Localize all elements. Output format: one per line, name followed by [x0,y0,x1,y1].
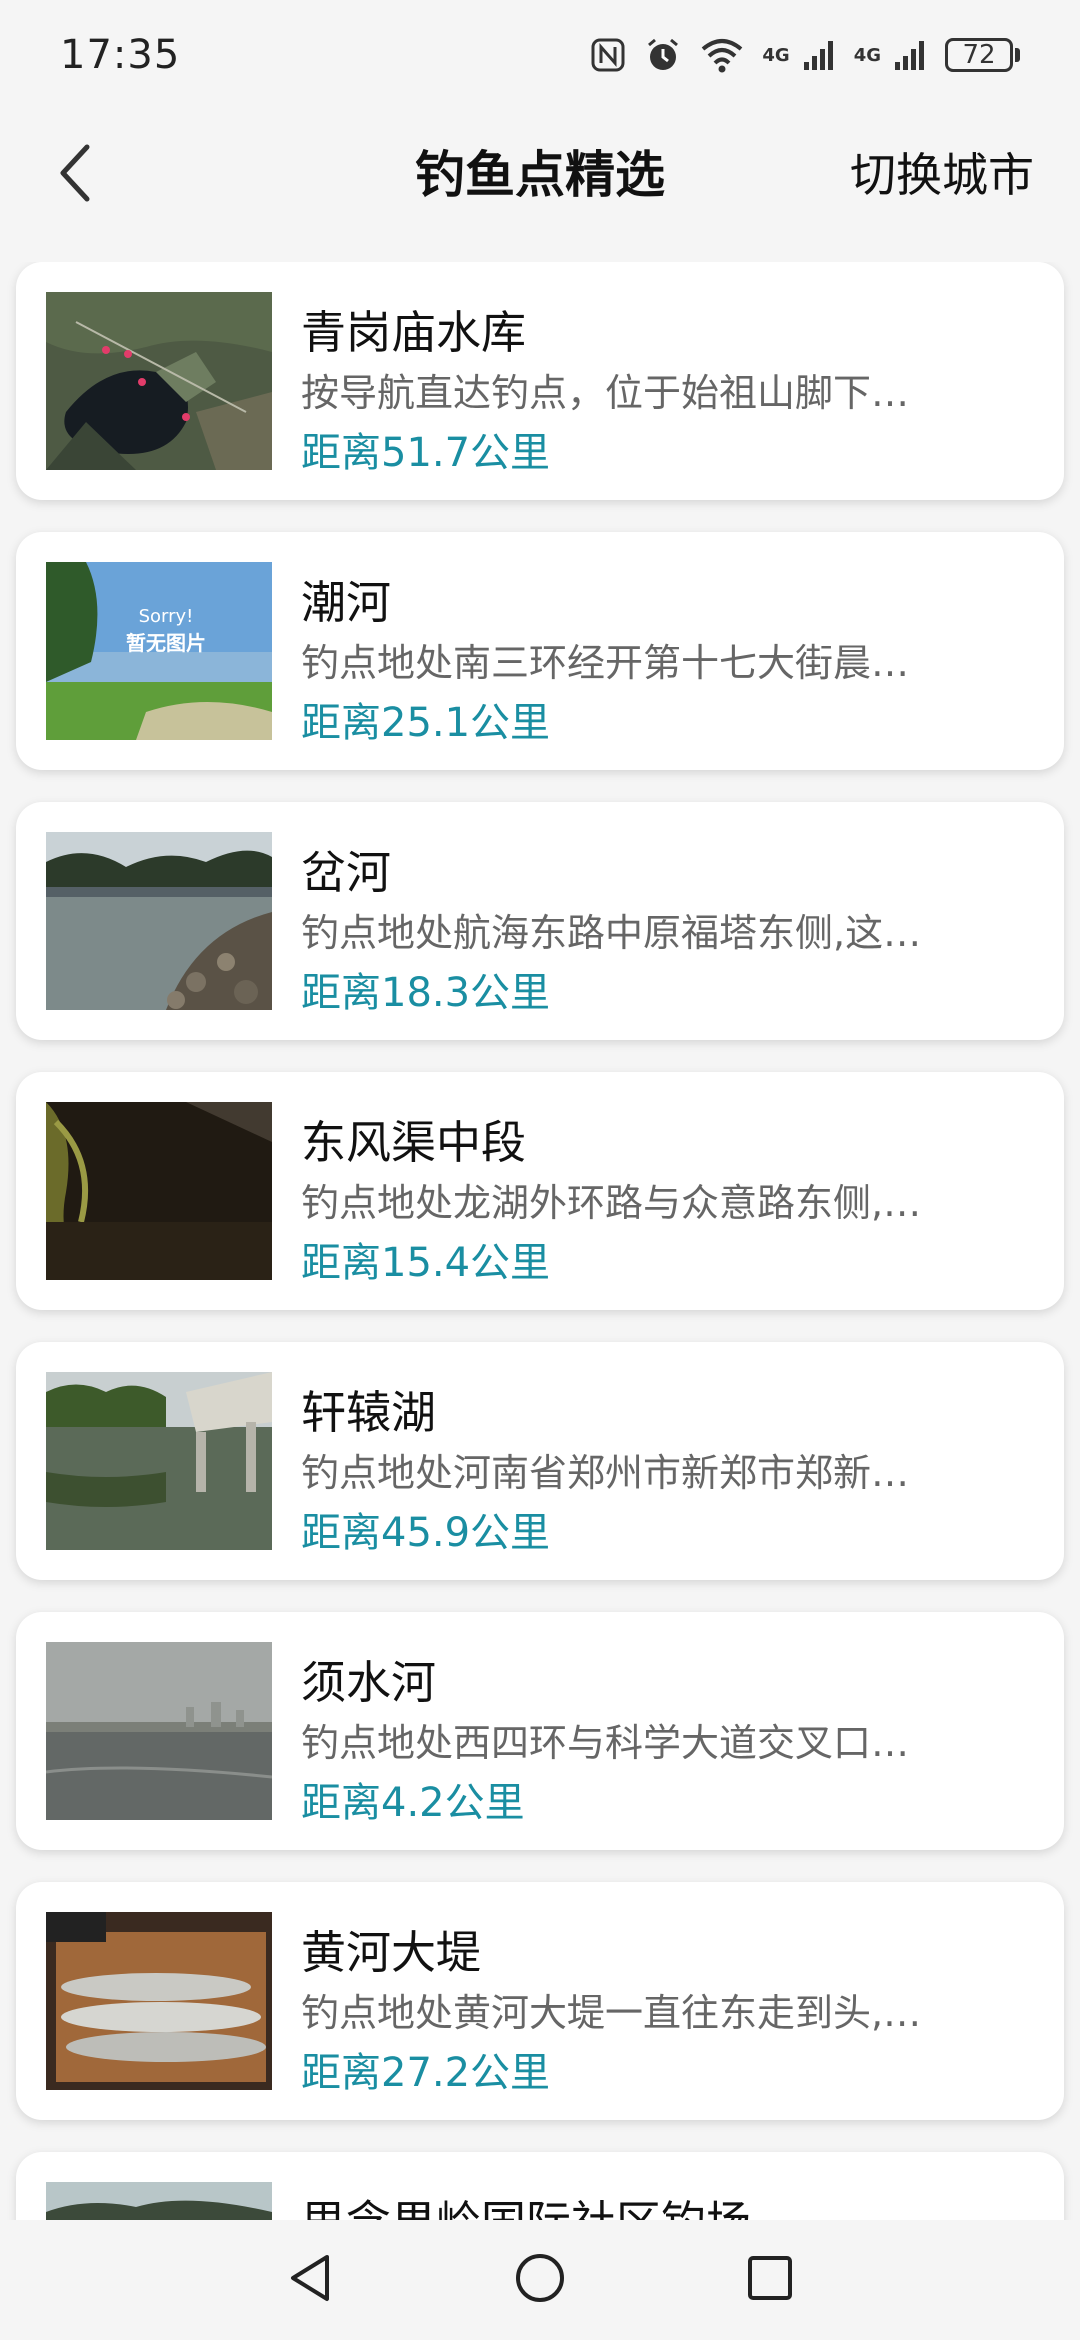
wifi-icon [700,37,744,73]
spot-name: 岔河 [301,846,392,899]
nav-recents-button[interactable] [740,2250,800,2310]
header: 钓鱼点精选 切换城市 [0,110,1080,240]
signal-icon [893,38,927,72]
nfc-icon [590,37,626,73]
spot-distance: 距离45.9公里 [301,1510,551,1556]
signal-icon [802,38,836,72]
thumb-text: 暂无图片 [126,631,206,655]
list-item[interactable]: 岔河 钓点地处航海东路中原福塔东侧,这… 距离18.3公里 [16,802,1064,1040]
spot-name: 青岗庙水库 [301,306,527,359]
spot-distance: 距离27.2公里 [301,2050,551,2096]
spot-thumbnail [46,1102,272,1280]
list-item[interactable]: 东风渠中段 钓点地处龙湖外环路与众意路东侧,… 距离15.4公里 [16,1072,1064,1310]
battery-level: 72 [945,38,1013,72]
list-item[interactable]: 须水河 钓点地处西四环与科学大道交叉口… 距离4.2公里 [16,1612,1064,1850]
spot-description: 钓点地处西四环与科学大道交叉口… [301,1721,910,1765]
network-label-1: 4G [762,44,790,66]
navigation-bar [0,2220,1080,2340]
list-item[interactable]: 思念果岭国际社区钓场 [16,2152,1064,2220]
spot-description: 钓点地处航海东路中原福塔东侧,这… [301,911,922,955]
spot-thumbnail [46,1642,272,1820]
list-item[interactable]: 黄河大堤 钓点地处黄河大堤一直往东走到头,… 距离27.2公里 [16,1882,1064,2120]
spot-thumbnail: Sorry! 暂无图片 [46,562,272,740]
spot-distance: 距离4.2公里 [301,1780,525,1826]
list-item[interactable]: 轩辕湖 钓点地处河南省郑州市新郑市郑新… 距离45.9公里 [16,1342,1064,1580]
spot-name: 东风渠中段 [301,1116,527,1169]
back-button[interactable] [40,140,110,210]
spot-distance: 距离15.4公里 [301,1240,551,1286]
list-item[interactable]: Sorry! 暂无图片 潮河 钓点地处南三环经开第十七大街晨… 距离25.1公里 [16,532,1064,770]
status-bar: 17:35 4G 4G 72 [0,0,1080,110]
triangle-back-icon [285,2251,335,2309]
square-recents-icon [745,2253,795,2307]
spot-description: 钓点地处河南省郑州市新郑市郑新… [301,1451,910,1495]
list-item[interactable]: 青岗庙水库 按导航直达钓点，位于始祖山脚下… 距离51.7公里 [16,262,1064,500]
spot-distance: 距离51.7公里 [301,430,551,476]
spot-description: 钓点地处南三环经开第十七大街晨… [301,641,910,685]
circle-home-icon [513,2251,567,2309]
spot-thumbnail [46,2182,272,2220]
switch-city-button[interactable]: 切换城市 [850,110,1034,240]
spot-name: 潮河 [301,576,392,629]
spot-thumbnail [46,1372,272,1550]
spot-description: 钓点地处龙湖外环路与众意路东侧,… [301,1181,922,1225]
spot-thumbnail [46,1912,272,2090]
nav-home-button[interactable] [510,2250,570,2310]
spot-description: 按导航直达钓点，位于始祖山脚下… [301,371,910,415]
spot-thumbnail [46,292,272,470]
spot-description: 钓点地处黄河大堤一直往东走到头,… [301,1991,922,2035]
battery-icon: 72 [945,38,1020,72]
status-time: 17:35 [60,32,181,78]
alarm-icon [644,36,682,74]
spot-distance: 距离25.1公里 [301,700,551,746]
spot-name: 黄河大堤 [301,1926,482,1979]
fishing-spot-list[interactable]: 青岗庙水库 按导航直达钓点，位于始祖山脚下… 距离51.7公里 Sorry! 暂… [0,262,1080,2220]
spot-name: 轩辕湖 [301,1386,437,1439]
network-label-2: 4G [853,44,881,66]
nav-back-button[interactable] [280,2250,340,2310]
spot-name: 须水河 [301,1656,437,1709]
status-icons: 4G 4G 72 [590,36,1020,74]
spot-name: 思念果岭国际社区钓场 [301,2186,751,2220]
thumb-text: Sorry! [139,606,194,627]
spot-thumbnail [46,832,272,1010]
chevron-left-icon [55,143,95,207]
spot-distance: 距离18.3公里 [301,970,551,1016]
